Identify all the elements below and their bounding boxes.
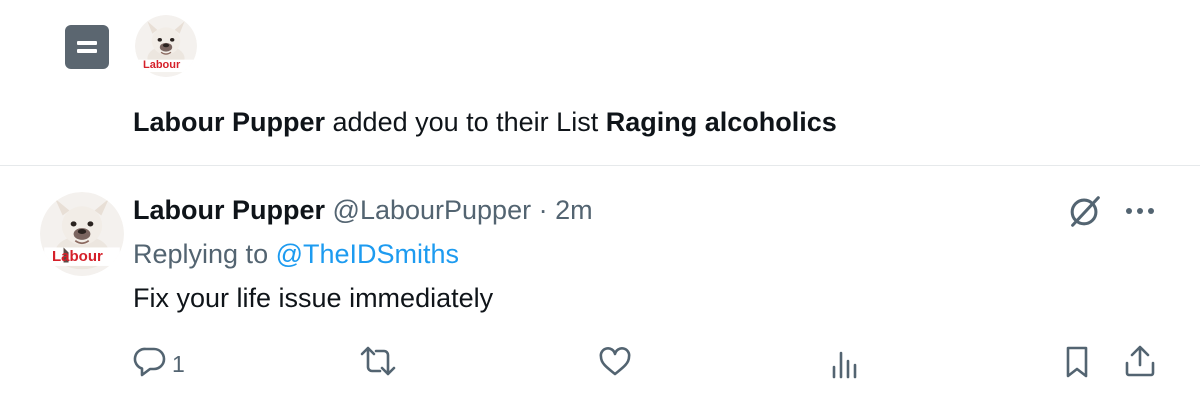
header-separator: · (531, 195, 556, 225)
share-icon[interactable] (1122, 343, 1158, 379)
list-icon (65, 25, 109, 69)
avatar[interactable]: Labour (40, 192, 124, 276)
notification-actor-name[interactable]: Labour Pupper (133, 107, 325, 137)
list-icon-line (77, 49, 97, 53)
notification-text: Labour Pupper added you to their List Ra… (133, 105, 837, 139)
notification-action-text: added you to their List (325, 107, 606, 137)
list-added-notification[interactable]: Labour Labour Pupper added you to their … (0, 0, 1200, 166)
replying-to-mention[interactable]: @TheIDSmiths (276, 239, 459, 269)
avatar[interactable]: Labour (135, 15, 197, 77)
avatar-badge-text: Labour (52, 248, 103, 265)
retweet-icon[interactable] (358, 343, 398, 379)
grok-icon[interactable] (1066, 192, 1104, 230)
tweet-header: Labour Pupper @LabourPupper · 2m (133, 193, 593, 227)
author-name[interactable]: Labour Pupper (133, 195, 325, 225)
list-icon-line (77, 41, 97, 45)
reply-count: 1 (172, 351, 185, 377)
reply-icon[interactable] (133, 345, 167, 379)
notification-list-name[interactable]: Raging alcoholics (606, 107, 837, 137)
avatar-badge-text: Labour (143, 59, 181, 71)
bookmark-icon[interactable] (1060, 344, 1094, 380)
tweet-timestamp[interactable]: 2m (555, 195, 593, 225)
replying-to-prefix: Replying to (133, 239, 276, 269)
views-icon[interactable] (828, 347, 862, 381)
like-icon[interactable] (597, 345, 633, 379)
replying-to-line: Replying to @TheIDSmiths (133, 237, 459, 271)
more-icon[interactable] (1122, 198, 1158, 224)
author-handle[interactable]: @LabourPupper (333, 195, 532, 225)
tweet-text: Fix your life issue immediately (133, 283, 494, 313)
